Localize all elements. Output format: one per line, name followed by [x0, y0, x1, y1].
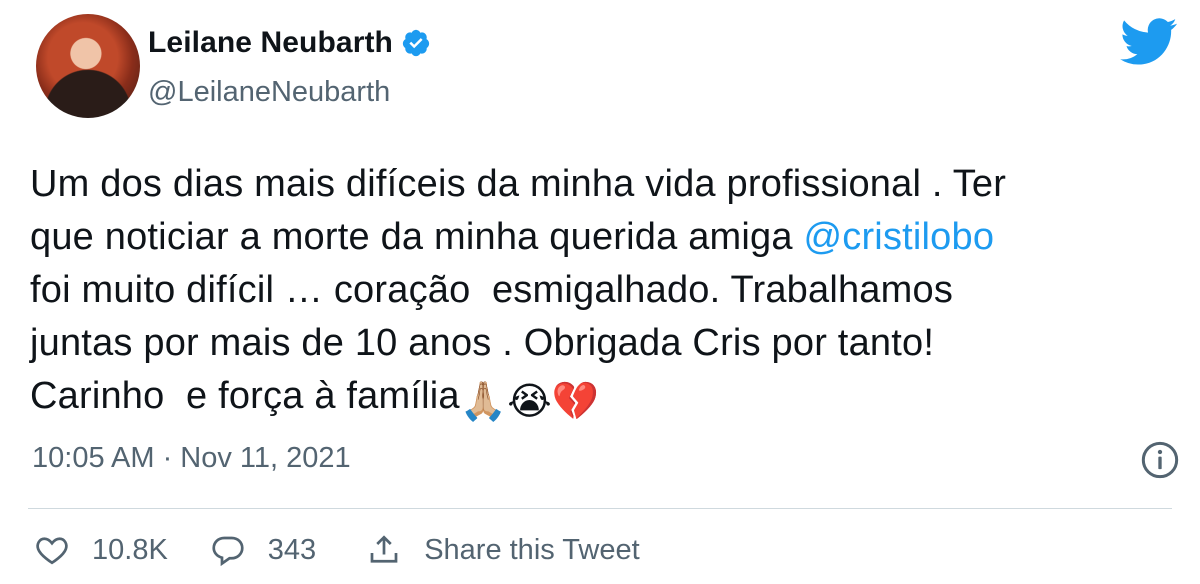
heart-icon: [36, 537, 68, 565]
share-upload-icon: [370, 535, 398, 563]
tweet-line: Carinho e força à família🙏🏼😭💔: [30, 370, 1180, 429]
tweet-line: foi muito difícil … coração esmigalhado.…: [30, 269, 954, 311]
tweet-actions: 10.8K 343 Share this Tweet: [34, 532, 640, 568]
tweet-line: juntas por mais de 10 anos . Obrigada Cr…: [30, 322, 935, 364]
crying-face-emoji: 😭: [507, 381, 552, 423]
tweet-line-text: Carinho e força à família: [30, 375, 460, 417]
avatar[interactable]: [36, 14, 140, 118]
reply-count: 343: [267, 533, 317, 566]
share-label: Share this Tweet: [424, 533, 640, 566]
tweet-timestamp[interactable]: 10:05 AM · Nov 11, 2021: [32, 442, 351, 475]
tweet-text: Um dos dias mais difíceis da minha vida …: [30, 158, 1180, 429]
mention-link[interactable]: @cristilobo: [803, 216, 994, 258]
broken-heart-emoji: 💔: [551, 381, 600, 423]
verified-badge-icon: [402, 29, 430, 57]
author-name-row[interactable]: Leilane Neubarth: [148, 26, 431, 60]
like-button[interactable]: 10.8K: [34, 532, 168, 568]
tweet-line-text: que noticiar a morte da minha querida am…: [30, 216, 804, 258]
info-icon[interactable]: [1140, 440, 1180, 480]
twitter-bird-icon[interactable]: [1120, 18, 1178, 66]
tweet-line: que noticiar a morte da minha querida am…: [30, 211, 1180, 264]
divider: [28, 508, 1172, 509]
display-name[interactable]: Leilane Neubarth: [148, 26, 393, 60]
share-button[interactable]: Share this Tweet: [366, 532, 640, 568]
reply-button[interactable]: 343: [210, 532, 316, 568]
tweet-line: Um dos dias mais difíceis da minha vida …: [30, 163, 1007, 205]
reply-bubble-icon: [212, 536, 244, 567]
folded-hands-emoji: 🙏🏼: [459, 381, 508, 423]
like-count: 10.8K: [92, 533, 168, 566]
author-handle[interactable]: @LeilaneNeubarth: [148, 76, 390, 109]
